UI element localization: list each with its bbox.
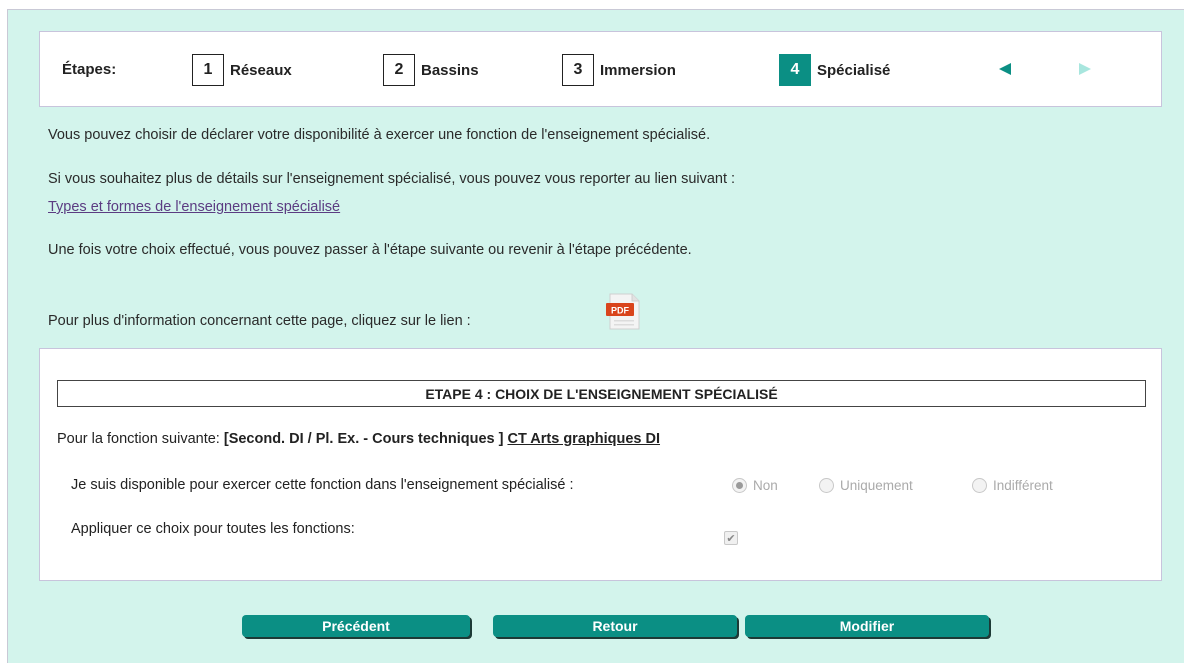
fonction-link[interactable]: CT Arts graphiques DI bbox=[507, 431, 660, 447]
step-number: 3 bbox=[562, 54, 594, 86]
step-number: 2 bbox=[383, 54, 415, 86]
pdf-icon[interactable]: PDF bbox=[606, 293, 642, 331]
next-step-arrow-icon bbox=[1079, 63, 1091, 75]
step-number: 4 bbox=[779, 54, 811, 86]
intro-text-3: Une fois votre choix effectué, vous pouv… bbox=[48, 242, 692, 258]
step-label: Immersion bbox=[600, 61, 676, 79]
disponibilite-label: Je suis disponible pour exercer cette fo… bbox=[71, 477, 574, 493]
modifier-button[interactable]: Modifier bbox=[745, 615, 989, 637]
radio-label: Indifférent bbox=[993, 478, 1053, 493]
appliquer-checkbox[interactable]: ✔ bbox=[724, 531, 738, 545]
types-enseignement-link[interactable]: Types et formes de l'enseignement spécia… bbox=[48, 199, 340, 215]
intro-text-2: Si vous souhaitez plus de détails sur l'… bbox=[48, 171, 736, 187]
steps-bar: Étapes: 1 Réseaux 2 Bassins 3 Immersion … bbox=[39, 31, 1162, 107]
step-bassins[interactable]: 2 Bassins bbox=[383, 54, 479, 86]
checkmark-icon: ✔ bbox=[726, 532, 736, 545]
step-label: Bassins bbox=[421, 61, 479, 79]
fonction-prefix: Pour la fonction suivante: bbox=[57, 431, 220, 447]
pdf-icon-label: PDF bbox=[611, 306, 630, 316]
intro-text-4: Pour plus d'information concernant cette… bbox=[48, 313, 471, 329]
choice-panel: ETAPE 4 : CHOIX DE L'ENSEIGNEMENT SPÉCIA… bbox=[39, 348, 1162, 581]
page-frame: Étapes: 1 Réseaux 2 Bassins 3 Immersion … bbox=[7, 9, 1184, 663]
radio-label: Non bbox=[753, 478, 778, 493]
fonction-code: [Second. DI / Pl. Ex. - Cours techniques… bbox=[223, 431, 504, 447]
radio-button[interactable] bbox=[819, 478, 834, 493]
step-label: Spécialisé bbox=[817, 61, 891, 79]
radio-indifferent[interactable]: Indifférent bbox=[972, 478, 1053, 493]
intro-link-container: Types et formes de l'enseignement spécia… bbox=[48, 199, 340, 215]
panel-title: ETAPE 4 : CHOIX DE L'ENSEIGNEMENT SPÉCIA… bbox=[57, 380, 1146, 407]
radio-button[interactable] bbox=[972, 478, 987, 493]
radio-button[interactable] bbox=[732, 478, 747, 493]
retour-button[interactable]: Retour bbox=[493, 615, 737, 637]
precedent-button[interactable]: Précédent bbox=[242, 615, 470, 637]
step-reseaux[interactable]: 1 Réseaux bbox=[192, 54, 292, 86]
intro-text-1: Vous pouvez choisir de déclarer votre di… bbox=[48, 127, 711, 143]
steps-label: Étapes: bbox=[62, 61, 117, 78]
radio-uniquement[interactable]: Uniquement bbox=[819, 478, 913, 493]
step-number: 1 bbox=[192, 54, 224, 86]
step-label: Réseaux bbox=[230, 61, 292, 79]
appliquer-label: Appliquer ce choix pour toutes les fonct… bbox=[71, 521, 355, 537]
step-specialise[interactable]: 4 Spécialisé bbox=[779, 54, 890, 86]
radio-label: Uniquement bbox=[840, 478, 913, 493]
fonction-line: Pour la fonction suivante: [Second. DI /… bbox=[57, 431, 660, 447]
previous-step-arrow-icon[interactable] bbox=[999, 63, 1011, 75]
step-immersion[interactable]: 3 Immersion bbox=[562, 54, 676, 86]
radio-non[interactable]: Non bbox=[732, 478, 778, 493]
